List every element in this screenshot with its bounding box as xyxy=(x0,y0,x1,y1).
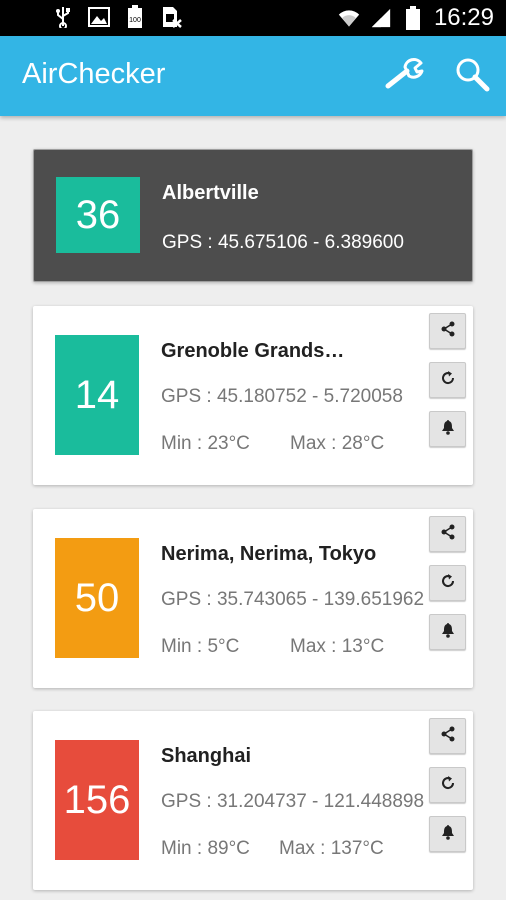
aqi-value: 156 xyxy=(63,777,131,822)
refresh-button[interactable] xyxy=(429,362,466,398)
settings-button[interactable] xyxy=(382,56,426,96)
aqi-value: 14 xyxy=(74,372,120,417)
share-icon xyxy=(440,524,456,545)
gps-coordinates: GPS : 31.204737 - 121.448898 xyxy=(161,791,425,812)
bell-icon xyxy=(440,622,456,643)
temperature-range: Min : 5°C Max : 13°C xyxy=(161,636,384,658)
usb-icon xyxy=(52,6,74,28)
refresh-icon xyxy=(440,775,456,796)
temperature-range: Min : 23°C Max : 28°C xyxy=(161,433,384,455)
share-button[interactable] xyxy=(429,516,466,552)
signal-icon xyxy=(370,7,392,29)
sim-off-icon xyxy=(160,6,182,28)
station-card[interactable]: 14 Grenoble Grands… GPS : 45.180752 - 5.… xyxy=(33,306,473,485)
share-button[interactable] xyxy=(429,313,466,349)
city-name: Grenoble Grands… xyxy=(161,340,345,362)
min-temperature: Min : 23°C xyxy=(161,433,250,454)
max-temperature: Max : 137°C xyxy=(279,838,384,859)
status-time: 16:29 xyxy=(433,4,494,31)
aqi-value: 36 xyxy=(75,192,121,237)
alert-button[interactable] xyxy=(429,614,466,650)
share-icon xyxy=(440,321,456,342)
min-temperature: Min : 5°C xyxy=(161,636,240,657)
bell-icon xyxy=(440,824,456,845)
min-temperature: Min : 89°C xyxy=(161,838,250,859)
refresh-icon xyxy=(440,573,456,594)
aqi-badge: 50 xyxy=(55,538,139,658)
temperature-range: Min : 89°C Max : 137°C xyxy=(161,838,384,860)
gps-coordinates: GPS : 35.743065 - 139.651962 xyxy=(161,589,425,610)
share-button[interactable] xyxy=(429,718,466,754)
battery-100-icon: 100 xyxy=(124,5,146,28)
aqi-value: 50 xyxy=(74,575,120,620)
image-icon xyxy=(88,6,110,28)
search-icon xyxy=(454,56,490,97)
station-card[interactable]: 156 Shanghai GPS : 31.204737 - 121.44889… xyxy=(33,711,473,890)
gps-coordinates: GPS : 45.675106 - 6.389600 xyxy=(162,232,404,253)
app-bar: AirChecker xyxy=(0,36,506,116)
app-title: AirChecker xyxy=(22,58,166,90)
share-icon xyxy=(440,726,456,747)
refresh-icon xyxy=(440,370,456,391)
status-bar: 100 16:29 xyxy=(0,0,506,36)
refresh-button[interactable] xyxy=(429,767,466,803)
alert-button[interactable] xyxy=(429,816,466,852)
station-card[interactable]: 50 Nerima, Nerima, Tokyo GPS : 35.743065… xyxy=(33,509,473,688)
city-name: Shanghai xyxy=(161,745,252,767)
refresh-button[interactable] xyxy=(429,565,466,601)
alert-button[interactable] xyxy=(429,411,466,447)
gps-coordinates: GPS : 45.180752 - 5.720058 xyxy=(161,386,403,407)
battery-icon xyxy=(402,6,424,30)
aqi-badge: 156 xyxy=(55,740,139,860)
wifi-icon xyxy=(338,7,360,29)
city-name: Albertville xyxy=(162,182,259,204)
max-temperature: Max : 13°C xyxy=(290,636,385,657)
station-card[interactable]: 36 Albertville GPS : 45.675106 - 6.38960… xyxy=(33,149,473,282)
aqi-badge: 14 xyxy=(55,335,139,455)
max-temperature: Max : 28°C xyxy=(290,433,385,454)
city-name: Nerima, Nerima, Tokyo xyxy=(161,543,377,565)
search-button[interactable] xyxy=(450,56,494,96)
wrench-icon xyxy=(383,57,425,96)
svg-text:100: 100 xyxy=(129,17,141,24)
bell-icon xyxy=(440,419,456,440)
aqi-badge: 36 xyxy=(56,177,140,253)
